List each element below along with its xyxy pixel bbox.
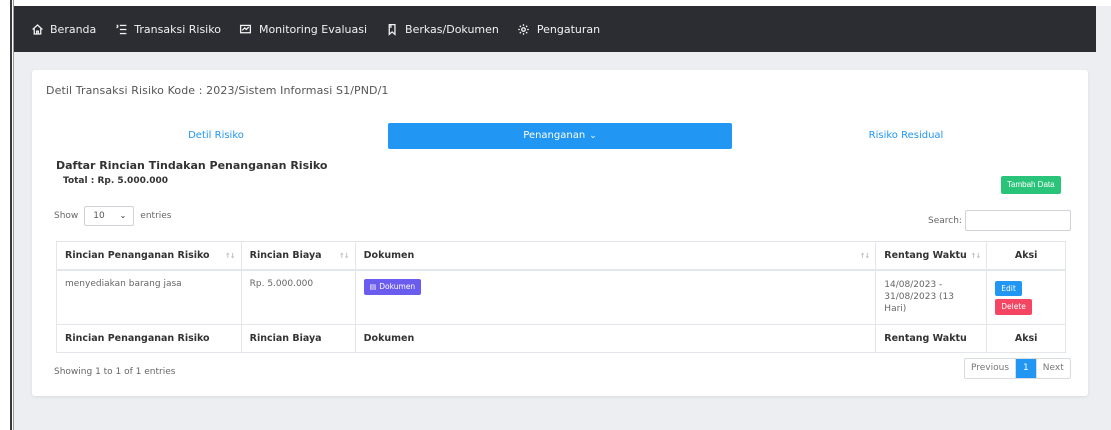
rentang-line: Hari) bbox=[884, 303, 907, 314]
search-label: Search: bbox=[928, 215, 962, 226]
column-footer-rincian: Rincian Penanganan Risiko bbox=[56, 324, 242, 353]
tab-detil-risiko[interactable]: Detil Risiko bbox=[46, 123, 386, 149]
cell-dokumen: ▤ Dokumen bbox=[354, 269, 877, 325]
search-control: Search: bbox=[928, 210, 1071, 231]
show-label: Show bbox=[54, 211, 79, 221]
entries-label: entries bbox=[140, 211, 172, 221]
sort-icon: ↑↓ bbox=[224, 252, 236, 260]
tab-penanganan-label: Penanganan bbox=[523, 130, 586, 141]
nav-item-label: Beranda bbox=[50, 22, 97, 36]
column-footer-aksi: Aksi bbox=[986, 324, 1066, 353]
top-navbar: Beranda Transaksi Risiko Monitoring Eval… bbox=[14, 6, 1096, 52]
entries-length-control: Show 10 ⌄ entries bbox=[54, 206, 172, 226]
home-icon bbox=[30, 22, 44, 36]
entries-select[interactable]: 10 ⌄ bbox=[84, 206, 135, 226]
gear-icon bbox=[517, 22, 531, 36]
monitor-icon bbox=[239, 22, 253, 36]
table-info: Showing 1 to 1 of 1 entries bbox=[54, 367, 176, 377]
chevron-down-icon: ⌄ bbox=[589, 131, 597, 141]
nav-item-monitoring-evaluasi[interactable]: Monitoring Evaluasi bbox=[239, 22, 367, 36]
dokumen-button[interactable]: ▤ Dokumen bbox=[363, 278, 422, 295]
table-footer-row: Rincian Penanganan Risiko Rincian Biaya … bbox=[56, 324, 1066, 353]
rentang-line: 31/08/2023 (13 bbox=[884, 291, 954, 302]
page-title: Detil Transaksi Risiko Kode : 2023/Siste… bbox=[46, 84, 389, 97]
column-footer-rentang-waktu: Rentang Waktu bbox=[875, 324, 988, 353]
cell-biaya: Rp. 5.000.000 bbox=[240, 269, 356, 325]
tab-risiko-residual[interactable]: Risiko Residual bbox=[734, 123, 1078, 149]
nav-item-label: Pengaturan bbox=[536, 22, 601, 36]
table-header-row: Rincian Penanganan Risiko ↑↓ Rincian Biay… bbox=[56, 241, 1066, 271]
column-footer-dokumen: Dokumen bbox=[354, 324, 877, 353]
window-left-edge bbox=[0, 0, 14, 430]
previous-page-button[interactable]: Previous bbox=[965, 359, 1017, 378]
nav-item-label: Transaksi Risiko bbox=[134, 22, 221, 36]
file-icon: ▤ bbox=[369, 282, 377, 291]
nav-item-pengaturan[interactable]: Pengaturan bbox=[517, 22, 600, 36]
column-header-label: Rincian Biaya bbox=[249, 249, 322, 261]
list-icon bbox=[114, 22, 128, 36]
next-page-button[interactable]: Next bbox=[1035, 359, 1070, 378]
column-header-label: Rentang Waktu bbox=[884, 249, 967, 261]
tab-penanganan[interactable]: Penanganan ⌄ bbox=[388, 123, 732, 149]
rentang-line: 14/08/2023 - bbox=[884, 279, 943, 290]
section-title: Daftar Rincian Tindakan Penanganan Risik… bbox=[56, 159, 328, 172]
sort-icon: ↑↓ bbox=[859, 252, 871, 260]
cell-rentang-waktu: 14/08/2023 - 31/08/2023 (13 Hari) bbox=[875, 269, 988, 325]
column-header-rentang-waktu[interactable]: Rentang Waktu ↑↓ bbox=[875, 241, 988, 271]
entries-select-value: 10 bbox=[93, 211, 105, 221]
column-header-aksi: Aksi bbox=[986, 241, 1066, 271]
sort-icon: ↑↓ bbox=[338, 252, 350, 260]
column-header-label: Dokumen bbox=[363, 249, 415, 261]
table-row: menyediakan barang jasa Rp. 5.000.000 ▤ D… bbox=[56, 269, 1066, 325]
nav-item-berkas-dokumen[interactable]: Berkas/Dokumen bbox=[385, 22, 499, 36]
column-footer-biaya: Rincian Biaya bbox=[240, 324, 356, 353]
column-header-biaya[interactable]: Rincian Biaya ↑↓ bbox=[240, 241, 356, 271]
page-1-button[interactable]: 1 bbox=[1016, 359, 1036, 378]
cell-aksi: Edit Delete bbox=[986, 269, 1066, 325]
edit-button[interactable]: Edit bbox=[995, 280, 1022, 296]
nav-item-beranda[interactable]: Beranda bbox=[30, 22, 96, 36]
tab-bar: Detil Risiko Penanganan ⌄ Risiko Residual bbox=[46, 123, 1078, 149]
nav-item-label: Monitoring Evaluasi bbox=[258, 22, 368, 36]
column-header-label: Rincian Penanganan Risiko bbox=[65, 249, 210, 261]
nav-item-transaksi-risiko[interactable]: Transaksi Risiko bbox=[114, 22, 221, 36]
sort-icon: ↑↓ bbox=[970, 252, 982, 260]
column-header-label: Aksi bbox=[1014, 249, 1038, 261]
dokumen-button-label: Dokumen bbox=[379, 282, 416, 291]
delete-button[interactable]: Delete bbox=[995, 298, 1032, 315]
nav-item-label: Berkas/Dokumen bbox=[405, 22, 499, 36]
penanganan-table: Rincian Penanganan Risiko ↑↓ Rincian Biay… bbox=[56, 241, 1066, 353]
chevron-down-icon: ⌄ bbox=[119, 211, 127, 220]
search-input[interactable] bbox=[964, 210, 1071, 231]
tambah-data-button[interactable]: Tambah Data bbox=[1001, 176, 1061, 194]
detail-card: Detil Transaksi Risiko Kode : 2023/Siste… bbox=[32, 70, 1088, 396]
cell-rincian: menyediakan barang jasa bbox=[56, 269, 242, 325]
column-header-rincian[interactable]: Rincian Penanganan Risiko ↑↓ bbox=[56, 241, 242, 271]
column-header-dokumen[interactable]: Dokumen ↑↓ bbox=[354, 241, 877, 271]
file-icon bbox=[385, 22, 399, 36]
pagination: Previous 1 Next bbox=[964, 358, 1071, 379]
total-amount: Total : Rp. 5.000.000 bbox=[63, 176, 169, 186]
